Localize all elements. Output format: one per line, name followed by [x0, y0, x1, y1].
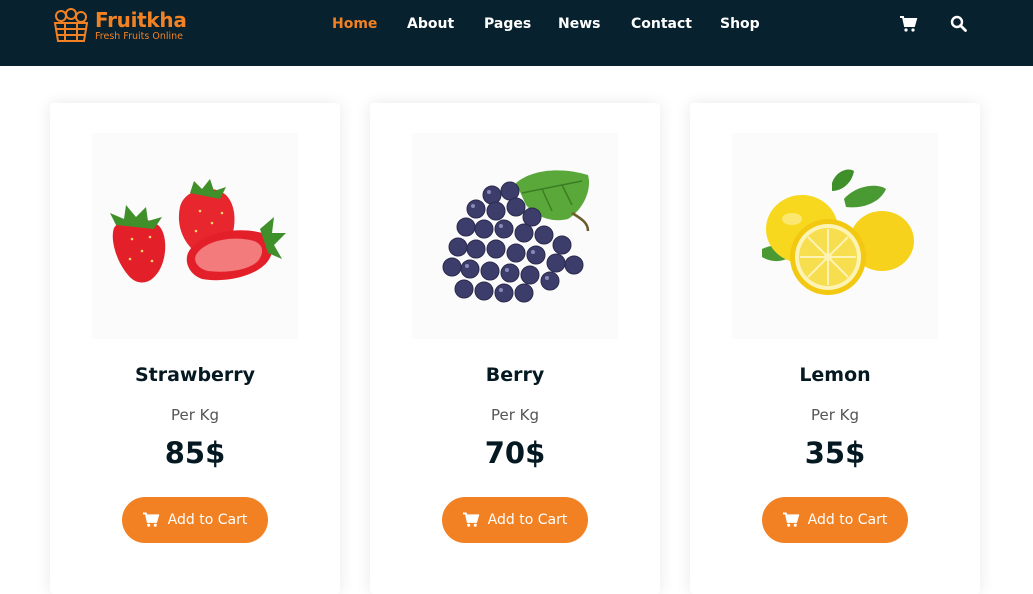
logo-subtitle: Fresh Fruits Online [95, 30, 183, 42]
shopping-cart-icon [142, 512, 160, 527]
shopping-cart-icon [462, 512, 480, 527]
shopping-cart-icon [782, 512, 800, 527]
search-icon[interactable] [950, 15, 968, 33]
product-unit: Per Kg [170, 406, 220, 424]
logo-title: Fruitkha [95, 7, 187, 32]
add-to-cart-label: Add to Cart [487, 512, 568, 528]
product-card-berry: Berry Per Kg 70$ Add to Cart [370, 103, 660, 594]
product-price: 70$ [484, 436, 546, 470]
nav-pages[interactable]: Pages [484, 15, 531, 33]
product-price: 85$ [164, 436, 226, 470]
product-unit: Per Kg [810, 406, 860, 424]
nav-shop[interactable]: Shop [720, 15, 760, 33]
shopping-cart-icon[interactable] [900, 15, 918, 33]
lemon-image [762, 169, 914, 295]
fruit-basket-icon [53, 8, 89, 42]
product-image[interactable] [732, 133, 938, 339]
product-card-lemon: Lemon Per Kg 35$ Add to Cart [690, 103, 980, 594]
add-to-cart-button[interactable]: Add to Cart [762, 497, 908, 543]
add-to-cart-label: Add to Cart [807, 512, 888, 528]
product-name: Berry [485, 364, 545, 386]
top-navbar: Fruitkha Fresh Fruits Online Home About … [0, 0, 1033, 66]
nav-about[interactable]: About [407, 15, 454, 33]
product-unit: Per Kg [490, 406, 540, 424]
add-to-cart-button[interactable]: Add to Cart [442, 497, 588, 543]
strawberry-image [110, 179, 286, 283]
product-price: 35$ [804, 436, 866, 470]
site-logo[interactable]: Fruitkha Fresh Fruits Online [52, 7, 187, 43]
product-image[interactable] [92, 133, 298, 339]
nav-contact[interactable]: Contact [631, 15, 692, 33]
add-to-cart-label: Add to Cart [167, 512, 248, 528]
product-name: Strawberry [134, 364, 256, 386]
product-name: Lemon [799, 364, 871, 386]
grapes-image [442, 170, 590, 303]
nav-news[interactable]: News [558, 15, 600, 33]
product-image[interactable] [412, 133, 618, 339]
add-to-cart-button[interactable]: Add to Cart [122, 497, 268, 543]
product-card-strawberry: Strawberry Per Kg 85$ Add to Cart [50, 103, 340, 594]
nav-home[interactable]: Home [332, 15, 377, 33]
